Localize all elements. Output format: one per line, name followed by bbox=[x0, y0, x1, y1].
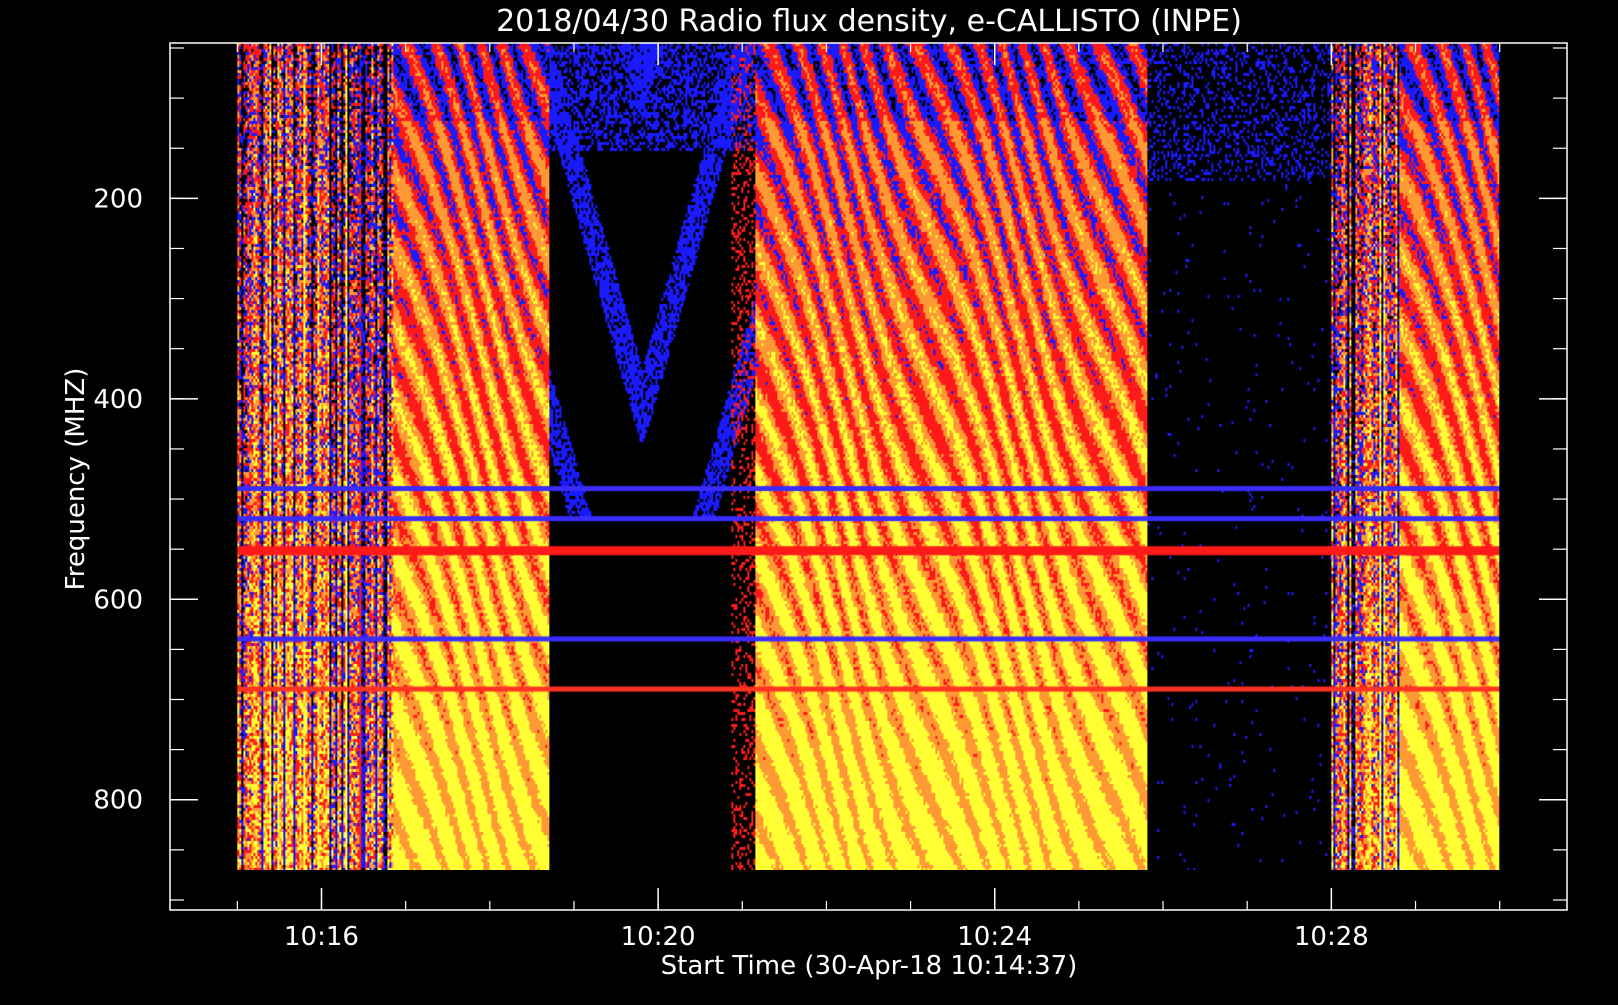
x-tick-label: 10:24 bbox=[957, 922, 1032, 952]
x-axis-label: Start Time (30-Apr-18 10:14:37) bbox=[661, 951, 1078, 981]
spectrogram-heatmap bbox=[237, 43, 1500, 870]
chart-svg: 10:16 10:20 10:24 10:28 200 400 600 800 2018/04… bbox=[0, 0, 1618, 1000]
x-tick-label: 10:16 bbox=[284, 922, 359, 952]
y-tick-label: 400 bbox=[93, 385, 143, 415]
x-tick-label: 10:28 bbox=[1294, 922, 1369, 952]
spectrogram-figure: 10:16 10:20 10:24 10:28 200 400 600 800 2018/04… bbox=[0, 0, 1618, 1000]
heatmap-layer bbox=[237, 43, 1500, 870]
x-tick-label: 10:20 bbox=[621, 922, 696, 952]
y-tick-label: 800 bbox=[93, 786, 143, 816]
y-tick-label: 600 bbox=[93, 585, 143, 615]
y-tick-label: 200 bbox=[93, 184, 143, 214]
chart-title: 2018/04/30 Radio flux density, e-CALLIST… bbox=[496, 4, 1242, 39]
y-axis-label: Frequency (MHZ) bbox=[61, 368, 91, 591]
